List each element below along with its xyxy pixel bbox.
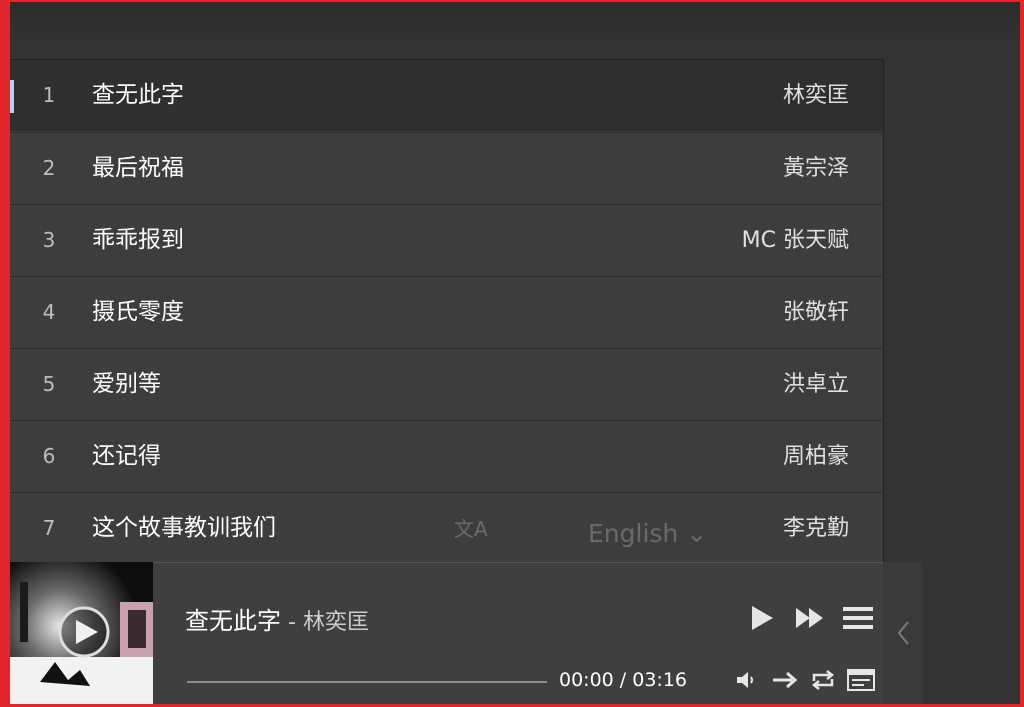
active-indicator bbox=[10, 80, 14, 113]
now-playing-panel: 查无此字 - 林奕匡 00:00 / 03:16 bbox=[153, 562, 883, 704]
language-selector[interactable]: English ⌄ bbox=[588, 519, 707, 548]
now-playing-text: 查无此字 - 林奕匡 bbox=[185, 601, 369, 636]
track-artist[interactable]: 黃宗泽 bbox=[783, 133, 849, 204]
arrow-right-icon bbox=[773, 671, 798, 689]
playback-controls bbox=[745, 601, 875, 635]
track-number: 6 bbox=[42, 444, 56, 468]
player-bar: 查无此字 - 林奕匡 00:00 / 03:16 bbox=[10, 562, 922, 704]
lyrics-icon bbox=[847, 669, 875, 691]
time-display: 00:00 / 03:16 bbox=[559, 669, 687, 691]
playlist-row[interactable]: 5 爱别等 洪卓立 bbox=[10, 348, 883, 419]
track-number: 1 bbox=[42, 83, 56, 107]
volume-icon bbox=[737, 672, 753, 688]
track-artist[interactable]: 张敬轩 bbox=[783, 277, 849, 348]
track-artist[interactable]: 林奕匡 bbox=[783, 60, 849, 131]
track-artist[interactable]: 洪卓立 bbox=[783, 349, 849, 420]
collapse-player-button[interactable] bbox=[883, 562, 922, 704]
track-number: 5 bbox=[42, 372, 56, 396]
progress-bar[interactable] bbox=[187, 681, 547, 683]
loop-button[interactable] bbox=[809, 665, 837, 695]
track-title[interactable]: 乖乖报到 bbox=[92, 205, 184, 276]
playlist-row[interactable]: 4 摄氏零度 张敬轩 bbox=[10, 276, 883, 347]
music-player-window: 1 查无此字 林奕匡 2 最后祝福 黃宗泽 3 乖乖报到 MC 张天赋 4 摄氏… bbox=[10, 2, 1020, 704]
fast-forward-icon bbox=[796, 608, 823, 628]
track-number: 2 bbox=[42, 156, 56, 180]
play-icon bbox=[752, 606, 773, 630]
order-mode-button[interactable] bbox=[771, 665, 799, 695]
playlist-row[interactable]: 1 查无此字 林奕匡 bbox=[10, 60, 883, 131]
volume-button[interactable] bbox=[733, 665, 761, 695]
next-button[interactable] bbox=[793, 601, 827, 635]
track-title[interactable]: 摄氏零度 bbox=[92, 277, 184, 348]
playlist-row[interactable]: 6 还记得 周柏豪 bbox=[10, 420, 883, 491]
track-number: 3 bbox=[42, 228, 56, 252]
track-title[interactable]: 最后祝福 bbox=[92, 133, 184, 204]
playlist-menu-button[interactable] bbox=[841, 601, 875, 635]
now-playing-artist[interactable]: 林奕匡 bbox=[303, 610, 369, 635]
play-button[interactable] bbox=[745, 601, 779, 635]
track-title[interactable]: 这个故事教训我们 bbox=[92, 493, 276, 562]
playlist-row[interactable]: 7 这个故事教训我们 李克勤 bbox=[10, 492, 883, 562]
track-title[interactable]: 爱别等 bbox=[92, 349, 161, 420]
album-cover[interactable] bbox=[10, 562, 153, 704]
track-artist[interactable]: MC 张天赋 bbox=[742, 205, 849, 276]
playlist-row[interactable]: 3 乖乖报到 MC 张天赋 bbox=[10, 204, 883, 275]
playlist-row[interactable]: 2 最后祝福 黃宗泽 bbox=[10, 132, 883, 203]
translate-icon[interactable]: 文A bbox=[454, 513, 488, 542]
track-number: 4 bbox=[42, 300, 56, 324]
chevron-left-icon bbox=[897, 621, 909, 645]
track-title[interactable]: 查无此字 bbox=[92, 60, 184, 131]
menu-icon bbox=[843, 607, 873, 629]
secondary-controls bbox=[733, 665, 875, 695]
repeat-icon bbox=[811, 670, 835, 690]
lyrics-button[interactable] bbox=[847, 665, 875, 695]
track-artist[interactable]: 李克勤 bbox=[783, 493, 849, 562]
track-number: 7 bbox=[42, 516, 56, 540]
now-playing-title: 查无此字 bbox=[185, 607, 281, 635]
track-title[interactable]: 还记得 bbox=[92, 421, 161, 492]
playlist: 1 查无此字 林奕匡 2 最后祝福 黃宗泽 3 乖乖报到 MC 张天赋 4 摄氏… bbox=[10, 59, 884, 563]
album-art-image bbox=[10, 562, 153, 704]
track-artist[interactable]: 周柏豪 bbox=[783, 421, 849, 492]
now-playing-separator: - bbox=[281, 610, 303, 635]
